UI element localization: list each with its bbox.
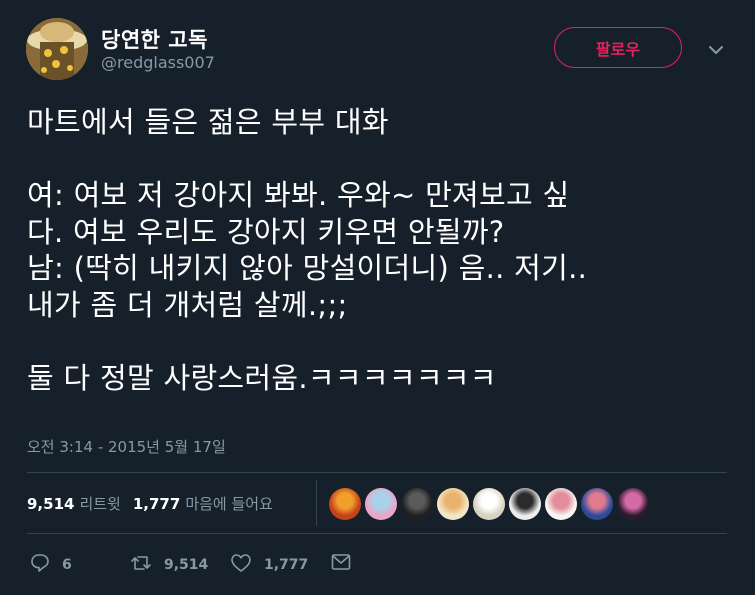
liker-avatar-3[interactable] [401, 488, 433, 520]
liker-avatar-1[interactable] [329, 488, 361, 520]
likes-stat[interactable]: 1,777 마음에 들어요 [133, 493, 273, 514]
liker-avatar-9[interactable] [617, 488, 649, 520]
reply-count: 6 [62, 557, 72, 573]
author-avatar[interactable] [26, 18, 88, 80]
reply-icon [30, 553, 50, 577]
action-bar: 6 9,514 1,777 [0, 553, 755, 575]
retweet-button[interactable]: 9,514 [130, 553, 208, 577]
envelope-icon [331, 553, 351, 575]
liker-avatar-4[interactable] [437, 488, 469, 520]
follow-button[interactable]: 팔로우 [554, 27, 682, 68]
like-button[interactable]: 1,777 [230, 553, 308, 577]
tweet-line: 여: 여보 저 강아지 봐봐. 우와~ 만져보고 싶 [27, 178, 570, 213]
tweet-line: 둘 다 정말 사랑스러움.ㅋㅋㅋㅋㅋㅋㅋ [27, 361, 497, 396]
like-count: 1,777 [264, 557, 309, 573]
retweet-icon [130, 553, 152, 577]
tweet-line [27, 141, 727, 178]
tweet-text: 마트에서 들은 젊은 부부 대화 여: 여보 저 강아지 봐봐. 우와~ 만져보… [27, 104, 727, 397]
heart-icon [230, 553, 252, 577]
liker-avatar-6[interactable] [509, 488, 541, 520]
retweets-stat-label: 리트윗 [79, 494, 121, 513]
retweets-stat[interactable]: 9,514 리트윗 [27, 493, 121, 514]
message-button[interactable] [331, 553, 351, 575]
chevron-down-icon[interactable] [705, 40, 727, 60]
retweets-stat-count: 9,514 [27, 494, 75, 513]
tweet-line: 내가 좀 더 개처럼 살께.;;; [27, 287, 348, 322]
liker-avatar-7[interactable] [545, 488, 577, 520]
author-name[interactable]: 당연한 고독 [101, 24, 208, 54]
liker-avatars [329, 488, 653, 520]
engagement-stats: 9,514 리트윗 1,777 마음에 들어요 [27, 491, 285, 515]
tweet-line [27, 324, 727, 361]
author-handle[interactable]: @redglass007 [101, 53, 215, 72]
tweet-line: 다. 여보 우리도 강아지 키우면 안될까? [27, 214, 505, 249]
stats-separator [316, 480, 317, 526]
liker-avatar-5[interactable] [473, 488, 505, 520]
retweet-count: 9,514 [164, 557, 209, 573]
tweet-line: 마트에서 들은 젊은 부부 대화 [27, 105, 389, 139]
divider [27, 472, 727, 473]
liker-avatar-2[interactable] [365, 488, 397, 520]
reply-button[interactable]: 6 [30, 553, 72, 577]
divider [27, 533, 727, 534]
likes-stat-count: 1,777 [132, 494, 181, 513]
tweet-timestamp[interactable]: 오전 3:14 - 2015년 5월 17일 [27, 436, 226, 457]
liker-avatar-8[interactable] [581, 488, 613, 520]
tweet-line: 남: (딱히 내키지 않아 망설이더니) 음.. 저기.. [27, 251, 588, 286]
likes-stat-label: 마음에 들어요 [185, 494, 273, 513]
